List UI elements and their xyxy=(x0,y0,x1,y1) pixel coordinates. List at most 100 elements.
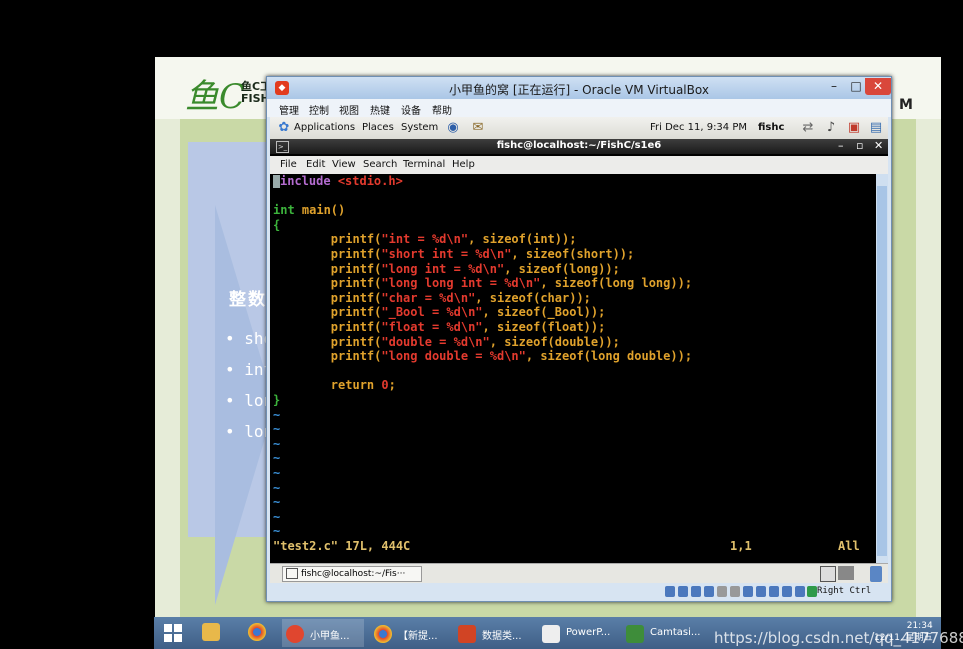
menu-view[interactable]: 视图 xyxy=(339,102,359,117)
taskbar-item-virtualbox[interactable]: 小甲鱼... xyxy=(282,619,364,647)
code-line-main: int main() xyxy=(273,203,346,218)
code-line-printf: printf("short int = %d\n", sizeof(short)… xyxy=(330,247,635,261)
video-capture-icon[interactable] xyxy=(756,586,766,597)
empty-line-tilde: ~ xyxy=(273,436,281,451)
vim-status-file: "test2.c" 17L, 444C xyxy=(273,539,411,553)
taskbar-clock[interactable]: 21:34 12/11, 星期五 xyxy=(874,620,933,644)
show-desktop-icon[interactable] xyxy=(820,566,836,582)
menu-help[interactable]: 帮助 xyxy=(432,102,452,117)
terminal-close-button[interactable]: ✕ xyxy=(874,139,883,152)
vim-editor[interactable]: include <stdio.h> int main() { printf("i… xyxy=(270,174,876,554)
terminal-scrollbar[interactable] xyxy=(876,174,888,563)
clock-datetime[interactable]: Fri Dec 11, 9:34 PM xyxy=(650,122,747,133)
scrollbar-thumb[interactable] xyxy=(877,186,887,556)
windows-start-icon[interactable] xyxy=(164,624,182,642)
virtualbox-menubar: 管理 控制 视图 热键 设备 帮助 xyxy=(267,99,891,117)
audio-icon[interactable] xyxy=(691,586,701,597)
browser-icon[interactable]: ◉ xyxy=(445,120,461,136)
terminal-menubar: File Edit View Search Terminal Help xyxy=(270,156,888,174)
text-cursor xyxy=(273,175,280,188)
hostkey-indicator-icon xyxy=(807,586,817,597)
terminal-titlebar[interactable]: >_ fishc@localhost:~/FishC/s1e6 – ▫ ✕ xyxy=(270,139,888,154)
menu-system[interactable]: System xyxy=(401,122,438,133)
taskbar-item-chrome[interactable]: 【新提... xyxy=(370,619,452,647)
terminal-menu-file[interactable]: File xyxy=(280,159,297,170)
code-line-printf: printf("long double = %d\n", sizeof(long… xyxy=(330,349,693,364)
empty-line-tilde: ~ xyxy=(273,451,281,466)
taskbar-item-powerpoint-2[interactable]: PowerP... xyxy=(538,619,620,647)
display-icon[interactable] xyxy=(743,586,753,597)
terminal-maximize-button[interactable]: ▫ xyxy=(856,139,863,152)
empty-line-tilde: ~ xyxy=(273,509,281,524)
trash-icon[interactable] xyxy=(870,566,882,582)
terminal-title: fishc@localhost:~/FishC/s1e6 xyxy=(496,140,662,151)
fishc-logo: 鱼C xyxy=(185,77,246,117)
clock-date: 12/11, 星期五 xyxy=(874,633,933,643)
taskbar-item-camtasia[interactable]: Camtasi... xyxy=(622,619,704,647)
terminal-menu-view[interactable]: View xyxy=(332,159,356,170)
terminal-menu-edit[interactable]: Edit xyxy=(306,159,325,170)
user-name[interactable]: fishc xyxy=(758,122,784,133)
taskbar-label: 数据类... xyxy=(482,631,522,642)
code-line-open-brace: { xyxy=(273,217,281,232)
cpu-icon[interactable] xyxy=(795,586,805,597)
code-line-include: include <stdio.h> xyxy=(273,174,403,189)
menu-manage[interactable]: 管理 xyxy=(279,102,299,117)
code-line-printf: printf("int = %d\n", sizeof(int)); xyxy=(330,232,577,247)
update-icon[interactable]: ▣ xyxy=(846,120,862,136)
close-button[interactable]: ✕ xyxy=(865,78,891,95)
empty-line-tilde: ~ xyxy=(273,422,281,437)
code-line-printf: printf("float = %d\n", sizeof(float)); xyxy=(330,320,606,334)
guest-task-terminal[interactable]: fishc@localhost:~/Fis··· xyxy=(282,566,422,582)
code-line-printf: printf("_Bool = %d\n", sizeof(_Bool)); xyxy=(330,305,606,320)
terminal-window: >_ fishc@localhost:~/FishC/s1e6 – ▫ ✕ Fi… xyxy=(270,139,888,563)
menu-control[interactable]: 控制 xyxy=(309,102,329,117)
workspace-switcher[interactable] xyxy=(838,566,854,580)
terminal-menu-help[interactable]: Help xyxy=(452,159,475,170)
file-explorer-icon[interactable] xyxy=(202,623,220,641)
harddisk-icon[interactable] xyxy=(665,586,675,597)
optical-drive-icon[interactable] xyxy=(678,586,688,597)
vim-status-all: All xyxy=(838,539,860,553)
terminal-menu-terminal[interactable]: Terminal xyxy=(403,159,445,170)
maximize-button[interactable]: □ xyxy=(845,78,867,95)
chrome-icon[interactable] xyxy=(248,623,266,641)
taskbar-label: Camtasi... xyxy=(650,627,701,638)
usb-icon[interactable] xyxy=(717,586,727,597)
powerpoint-icon xyxy=(458,625,476,643)
virtualbox-title: 小甲鱼的窝 [正在运行] - Oracle VM VirtualBox xyxy=(449,83,709,97)
taskbar-label: 【新提... xyxy=(398,631,438,642)
terminal-menu-search[interactable]: Search xyxy=(363,159,397,170)
minimize-button[interactable]: – xyxy=(823,78,845,95)
vim-status-position: 1,1 xyxy=(730,539,752,553)
menu-devices[interactable]: 设备 xyxy=(401,102,421,117)
clipboard-icon[interactable]: ▤ xyxy=(868,120,884,136)
host-desktop: 鱼C 鱼C工 FISHC M 整数. • shor • int • long •… xyxy=(8,0,963,649)
guest-task-label: fishc@localhost:~/Fis··· xyxy=(301,569,406,579)
menu-hotkey[interactable]: 热键 xyxy=(370,102,390,117)
empty-line-tilde: ~ xyxy=(273,480,281,495)
host-taskbar: 小甲鱼... 【新提... 数据类... PowerP... Camtasi..… xyxy=(154,617,963,649)
virtualbox-statusbar: Right Ctrl xyxy=(267,583,891,601)
empty-line-tilde: ~ xyxy=(273,495,281,510)
menu-applications[interactable]: Applications xyxy=(294,122,355,133)
terminal-minimize-button[interactable]: – xyxy=(838,139,844,152)
clock-time: 21:34 xyxy=(906,621,933,631)
virtualbox-taskbar-icon xyxy=(286,625,304,643)
virtualbox-titlebar[interactable]: ◆ 小甲鱼的窝 [正在运行] - Oracle VM VirtualBox – … xyxy=(267,77,891,99)
mouse-integration-icon[interactable] xyxy=(782,586,792,597)
virtualization-icon[interactable] xyxy=(769,586,779,597)
menu-places[interactable]: Places xyxy=(362,122,394,133)
network-adapter-icon[interactable] xyxy=(704,586,714,597)
powerpoint-doc-icon xyxy=(542,625,560,643)
network-icon[interactable]: ⇄ xyxy=(800,120,816,136)
host-key-label: Right Ctrl xyxy=(817,586,872,596)
shared-folder-icon[interactable] xyxy=(730,586,740,597)
gnome-foot-icon[interactable]: ✿ xyxy=(276,120,292,136)
guest-top-panel: ✿ Applications Places System ◉ ✉ Fri Dec… xyxy=(270,117,888,140)
code-line-printf: printf("long int = %d\n", sizeof(long)); xyxy=(330,261,620,276)
code-line-printf: printf("long long int = %d\n", sizeof(lo… xyxy=(330,276,693,291)
volume-icon[interactable]: ♪ xyxy=(823,120,839,136)
mail-icon[interactable]: ✉ xyxy=(470,120,486,136)
taskbar-item-powerpoint-1[interactable]: 数据类... xyxy=(454,619,536,647)
